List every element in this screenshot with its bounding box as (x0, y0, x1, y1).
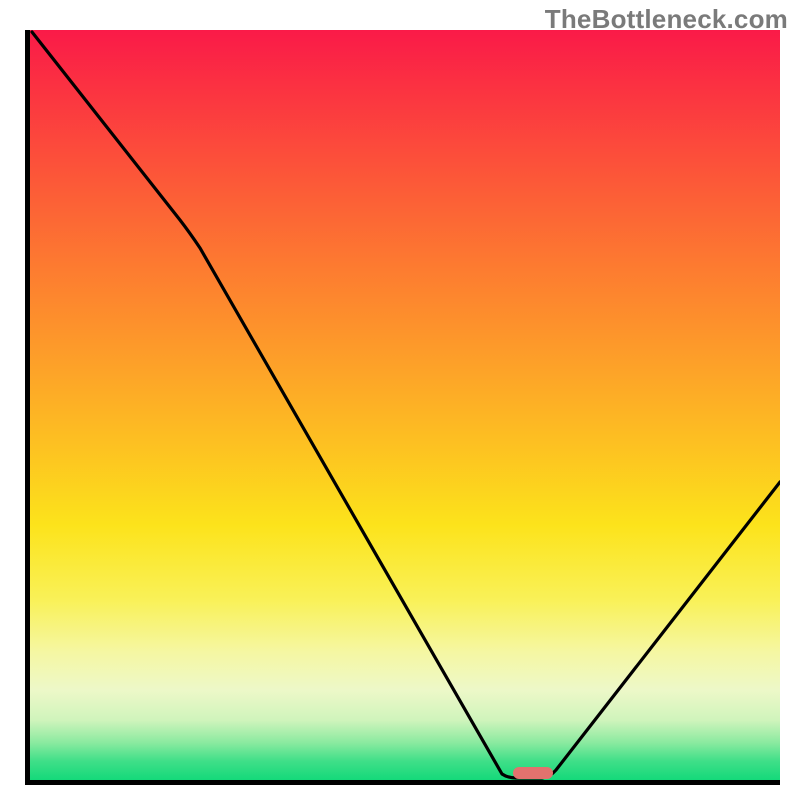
bottleneck-curve (30, 30, 780, 780)
curve-path (32, 32, 780, 778)
chart-frame: TheBottleneck.com (0, 0, 800, 800)
plot-area (25, 30, 780, 785)
valley-marker (513, 767, 553, 779)
